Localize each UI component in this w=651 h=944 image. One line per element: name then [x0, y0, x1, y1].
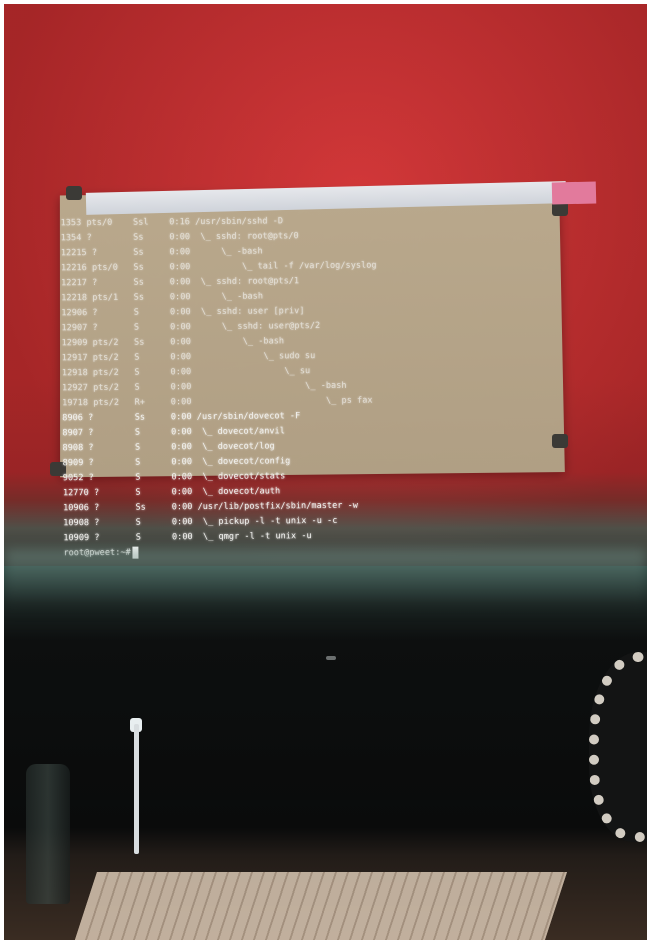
photo-scene: 1353 pts/0 Ssl 0:16 /usr/sbin/sshd -D 135… — [0, 0, 651, 944]
ornate-mirror — [589, 652, 647, 842]
keyboard — [71, 872, 567, 940]
wall-mark — [326, 656, 336, 660]
tape-top-left — [66, 186, 82, 200]
wall-ledge — [4, 549, 647, 609]
white-cable — [134, 724, 139, 854]
bottle — [26, 764, 70, 904]
projected-terminal: 1353 pts/0 Ssl 0:16 /usr/sbin/sshd -D 135… — [61, 212, 584, 562]
window-corner-highlight — [551, 181, 597, 205]
